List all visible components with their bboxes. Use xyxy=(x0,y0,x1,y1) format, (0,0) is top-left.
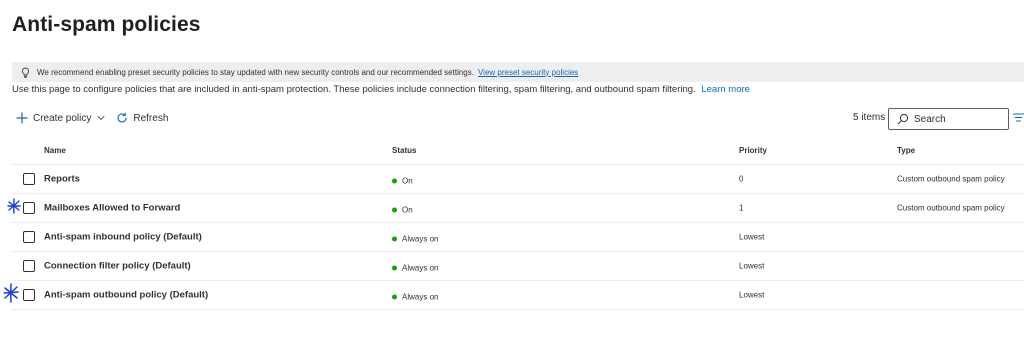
status-text: Always on xyxy=(402,263,439,273)
status-cell: On xyxy=(392,177,413,186)
search-icon xyxy=(897,113,909,125)
priority-cell: Lowest xyxy=(739,232,765,242)
status-text: On xyxy=(402,176,413,186)
lightbulb-icon xyxy=(20,67,31,78)
status-text: Always on xyxy=(402,234,439,244)
learn-more-link[interactable]: Learn more xyxy=(701,84,750,95)
column-header-type[interactable]: Type xyxy=(897,146,915,155)
policy-name[interactable]: Connection filter policy (Default) xyxy=(44,261,191,272)
policy-name[interactable]: Anti-spam inbound policy (Default) xyxy=(44,232,202,243)
policy-name[interactable]: Reports xyxy=(44,174,80,185)
refresh-label: Refresh xyxy=(133,112,169,124)
create-policy-button[interactable]: Create policy xyxy=(16,112,106,124)
column-header-priority[interactable]: Priority xyxy=(739,146,767,155)
status-text: On xyxy=(402,205,413,215)
priority-cell: Lowest xyxy=(739,290,765,300)
search-box[interactable] xyxy=(888,108,1009,130)
items-count: 5 items xyxy=(853,112,886,123)
table-row[interactable]: Anti-spam outbound policy (Default) Alwa… xyxy=(12,281,1024,310)
status-on-dot xyxy=(392,207,397,213)
search-input[interactable] xyxy=(914,113,999,125)
type-cell: Custom outbound spam policy xyxy=(897,203,1005,213)
table-row[interactable]: Connection filter policy (Default) Alway… xyxy=(12,252,1024,281)
policy-name[interactable]: Anti-spam outbound policy (Default) xyxy=(44,290,208,301)
refresh-button[interactable]: Refresh xyxy=(116,112,168,124)
row-checkbox[interactable] xyxy=(23,260,35,272)
column-header-status[interactable]: Status xyxy=(392,146,416,155)
info-banner: We recommend enabling preset security po… xyxy=(12,62,1024,82)
column-header-name[interactable]: Name xyxy=(44,146,66,155)
row-checkbox[interactable] xyxy=(23,202,35,214)
policies-table: Name Status Priority Type Reports On 0 C… xyxy=(12,136,1024,310)
status-on-dot xyxy=(392,178,397,184)
annotation-mark xyxy=(3,283,19,303)
priority-cell: 0 xyxy=(739,174,744,184)
filter-icon[interactable] xyxy=(1013,112,1024,123)
table-header: Name Status Priority Type xyxy=(12,136,1024,165)
table-row[interactable]: Anti-spam inbound policy (Default) Alway… xyxy=(12,223,1024,252)
command-bar: Create policy Refresh xyxy=(16,109,168,127)
refresh-icon xyxy=(116,112,128,124)
row-checkbox[interactable] xyxy=(23,289,35,301)
status-on-dot xyxy=(392,265,397,271)
page-title: Anti-spam policies xyxy=(12,13,201,36)
status-cell: On xyxy=(392,206,413,215)
status-cell: Always on xyxy=(392,293,438,302)
policy-name[interactable]: Mailboxes Allowed to Forward xyxy=(44,203,180,214)
status-cell: Always on xyxy=(392,235,438,244)
description-text: Use this page to configure policies that… xyxy=(12,84,696,95)
annotation-mark xyxy=(7,198,21,214)
status-text: Always on xyxy=(402,292,439,302)
row-checkbox[interactable] xyxy=(23,231,35,243)
row-checkbox[interactable] xyxy=(23,173,35,185)
status-cell: Always on xyxy=(392,264,438,273)
view-preset-policies-link[interactable]: View preset security policies xyxy=(478,68,578,77)
page-description: Use this page to configure policies that… xyxy=(12,84,750,95)
table-row[interactable]: Mailboxes Allowed to Forward On 1 Custom… xyxy=(12,194,1024,223)
banner-text: We recommend enabling preset security po… xyxy=(37,67,474,77)
create-policy-label: Create policy xyxy=(33,112,92,124)
chevron-down-icon xyxy=(96,113,106,123)
table-row[interactable]: Reports On 0 Custom outbound spam policy xyxy=(12,165,1024,194)
plus-icon xyxy=(16,112,28,124)
type-cell: Custom outbound spam policy xyxy=(897,174,1005,184)
status-on-dot xyxy=(392,236,397,242)
priority-cell: 1 xyxy=(739,203,744,213)
priority-cell: Lowest xyxy=(739,261,765,271)
status-on-dot xyxy=(392,294,397,300)
